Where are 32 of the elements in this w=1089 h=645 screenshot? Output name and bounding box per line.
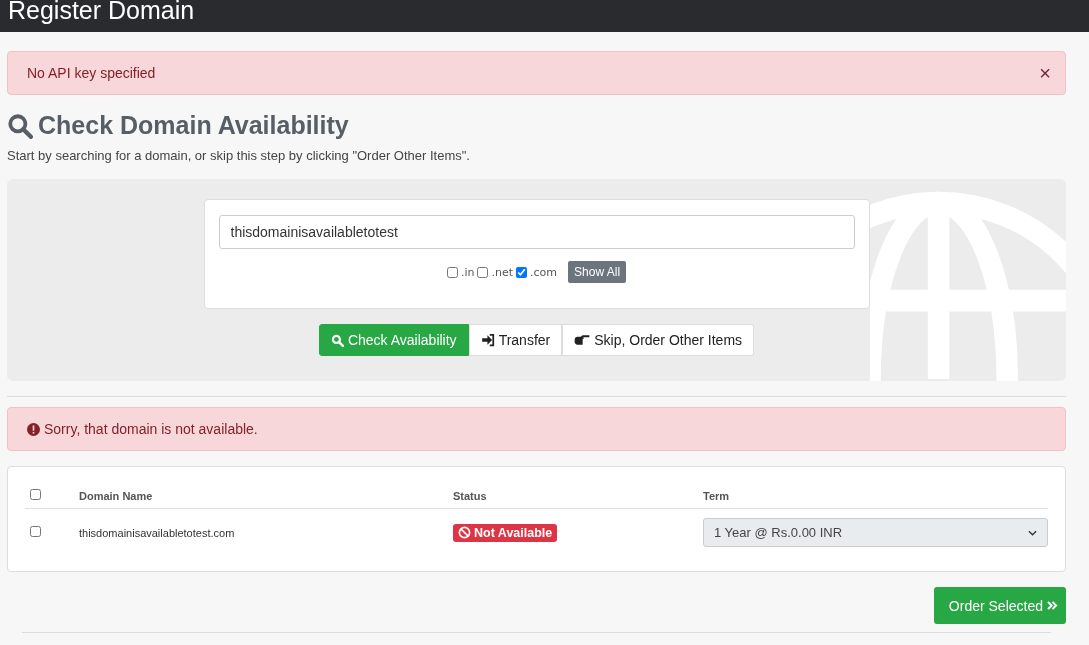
domain-name: thisdomainisavailabletotest.com xyxy=(79,526,235,539)
search-icon xyxy=(7,112,33,139)
skip-button[interactable]: Skip, Order Other Items xyxy=(562,324,755,356)
section-heading: Check Domain Availability xyxy=(38,111,349,140)
status-badge: Not Available xyxy=(453,523,558,542)
close-button[interactable]: × xyxy=(1039,63,1051,83)
tld-checkbox[interactable] xyxy=(477,266,489,278)
transfer-button[interactable]: Transfer xyxy=(468,324,563,356)
tld-checkbox[interactable] xyxy=(516,266,528,278)
show-all-button[interactable]: Show All xyxy=(568,261,627,283)
term-select[interactable]: 1 Year @ Rs.0.00 INR xyxy=(703,518,1048,547)
row-checkbox[interactable] xyxy=(30,526,41,537)
domain-input[interactable]: thisdomainisavailabletotest xyxy=(218,215,855,249)
chevron-down-icon xyxy=(1028,529,1037,536)
section-description: Start by searching for a domain, or skip this step by clicking "Order Other Items". xyxy=(7,148,471,163)
column-header: Domain Name xyxy=(79,489,153,502)
tld-label: .com xyxy=(530,265,558,279)
tld-checkbox[interactable] xyxy=(446,266,458,278)
select-all-checkbox[interactable] xyxy=(30,489,41,500)
double-chevron-right-icon xyxy=(1047,601,1058,610)
search-icon xyxy=(330,333,344,347)
alert-message: No API key specified xyxy=(27,65,156,81)
pointing-hand-icon xyxy=(574,334,591,346)
tld-label: .in xyxy=(460,265,475,279)
tld-label: .net xyxy=(491,265,514,279)
exclamation-circle-icon xyxy=(27,422,40,436)
alert-message: Sorry, that domain is not available. xyxy=(44,421,258,437)
column-header: Term xyxy=(703,489,730,502)
page-title: Register Domain xyxy=(8,0,195,23)
ban-icon xyxy=(458,526,471,539)
column-header: Status xyxy=(453,489,487,502)
sign-in-icon xyxy=(480,333,495,347)
